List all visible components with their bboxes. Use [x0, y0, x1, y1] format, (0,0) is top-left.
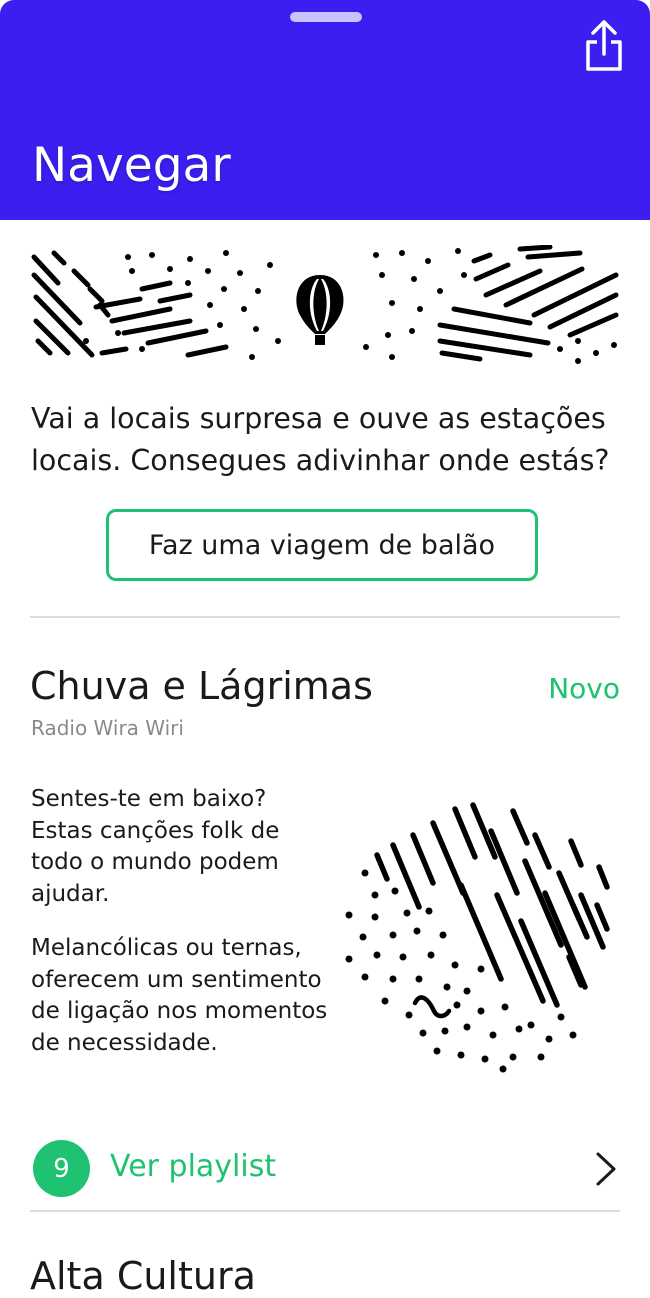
card-description-2: Melancólicas ou ternas, oferecem um sent… [31, 935, 328, 1056]
divider [30, 616, 620, 618]
header: Navegar [0, 0, 650, 220]
share-icon[interactable] [580, 18, 628, 74]
page-title: Navegar [32, 138, 231, 193]
playlist-title: Chuva e Lágrimas [30, 664, 373, 708]
balloon-trip-button[interactable]: Faz uma viagem de balão [106, 509, 538, 581]
chevron-right-icon[interactable] [592, 1150, 620, 1188]
balloon-description: Vai a locais surpresa e ouve as estações… [31, 402, 610, 477]
divider [30, 1210, 620, 1212]
next-playlist-title: Alta Cultura [30, 1254, 256, 1298]
rain-illustration [345, 802, 610, 1073]
balloon-banner-illustration [31, 245, 619, 364]
card-description-1: Sentes-te em baixo? Estas canções folk d… [31, 786, 280, 907]
sheet-grabber[interactable] [290, 12, 362, 22]
station-name: Radio Wira Wiri [31, 716, 184, 740]
view-playlist-link[interactable]: Ver playlist [110, 1149, 276, 1184]
track-count-badge: 9 [33, 1140, 90, 1197]
new-badge: Novo [548, 672, 620, 705]
